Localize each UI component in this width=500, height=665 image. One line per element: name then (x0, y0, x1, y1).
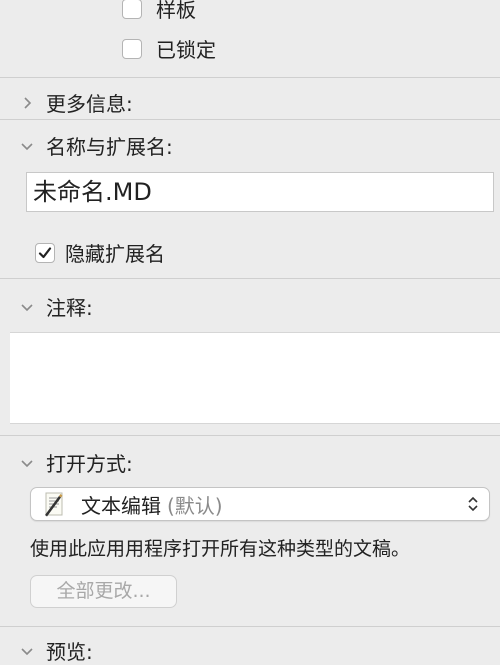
open-with-description: 使用此应用用程序打开所有这种类型的文稿。 (30, 538, 411, 560)
preview-header[interactable]: 预览: (18, 636, 93, 665)
stationery-checkbox[interactable] (122, 0, 142, 19)
divider (0, 77, 500, 78)
updown-chevron-icon (468, 496, 478, 512)
section-title: 预览: (46, 640, 93, 664)
section-title: 打开方式: (46, 452, 133, 476)
app-default-label: (默认) (167, 493, 223, 518)
section-title: 名称与扩展名: (46, 135, 173, 159)
section-title: 注释: (46, 296, 93, 320)
app-name: 文本编辑 (81, 493, 161, 518)
chevron-right-icon[interactable] (18, 94, 36, 112)
more-info-header[interactable]: 更多信息: (18, 88, 133, 117)
open-with-header[interactable]: 打开方式: (18, 448, 133, 477)
name-extension-header[interactable]: 名称与扩展名: (18, 131, 173, 160)
divider (0, 626, 500, 627)
filename-input[interactable]: 未命名.MD (26, 172, 494, 212)
comments-textarea[interactable] (10, 332, 500, 424)
locked-label: 已锁定 (156, 38, 216, 62)
divider (0, 435, 500, 436)
textedit-icon (41, 491, 67, 517)
locked-checkbox[interactable] (122, 38, 142, 59)
hide-extension-label: 隐藏扩展名 (65, 242, 165, 266)
chevron-down-icon[interactable] (18, 454, 36, 472)
hide-extension-checkbox[interactable] (35, 242, 55, 263)
change-all-button[interactable]: 全部更改... (30, 575, 177, 608)
checkmark-icon (38, 246, 52, 258)
stationery-label: 样板 (156, 0, 196, 22)
locked-checkbox-row[interactable]: 已锁定 (122, 34, 216, 63)
comments-header[interactable]: 注释: (18, 292, 93, 321)
chevron-down-icon[interactable] (18, 298, 36, 316)
divider (0, 278, 500, 279)
open-with-select[interactable]: 文本编辑 (默认) (30, 487, 490, 521)
section-title: 更多信息: (46, 92, 133, 116)
chevron-down-icon[interactable] (18, 642, 36, 660)
chevron-down-icon[interactable] (18, 137, 36, 155)
divider (0, 119, 500, 120)
hide-extension-row[interactable]: 隐藏扩展名 (35, 238, 165, 267)
stationery-checkbox-row[interactable]: 样板 (122, 0, 196, 23)
